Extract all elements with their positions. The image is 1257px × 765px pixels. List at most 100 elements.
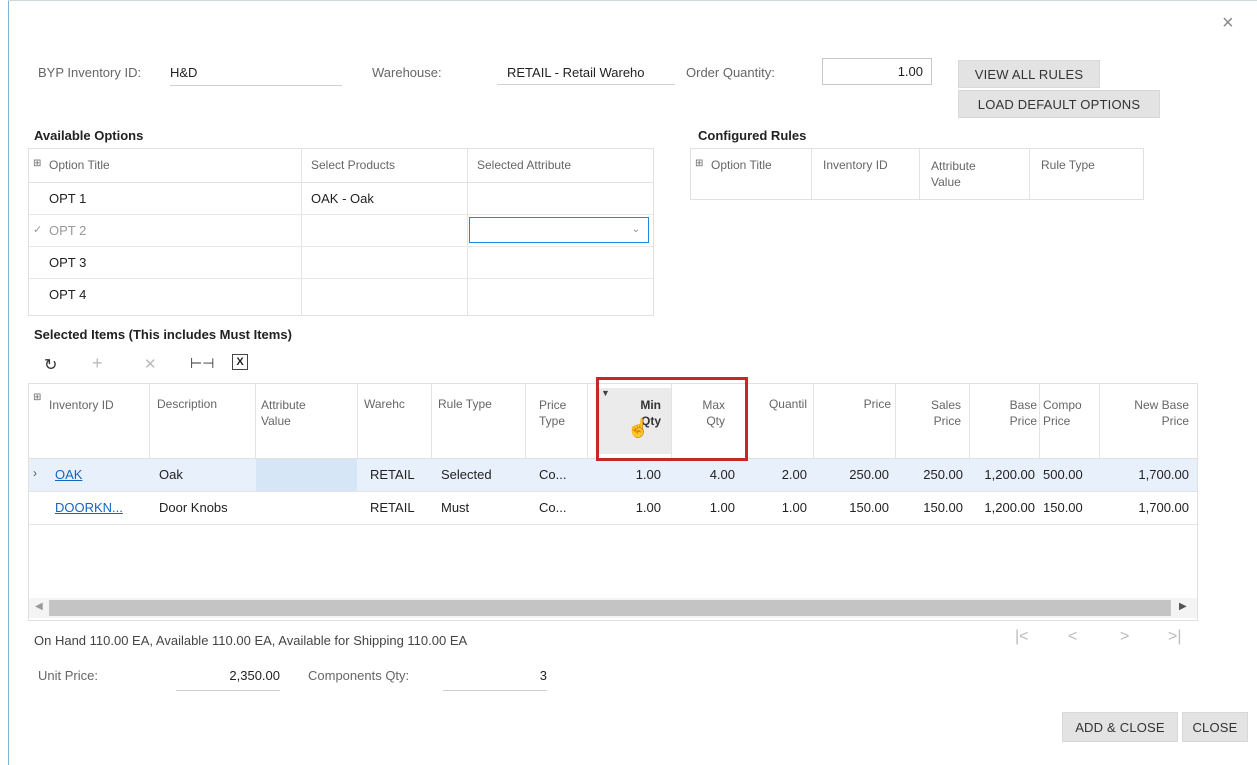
horizontal-scrollbar[interactable]: ◀ ▶: [29, 598, 1197, 618]
sales-price-cell: 150.00: [923, 500, 963, 515]
fit-columns-icon[interactable]: ⊢⊣: [190, 355, 214, 372]
list-item[interactable]: OPT 1 OAK - Oak: [29, 183, 653, 215]
sales-price-cell: 250.00: [923, 467, 963, 482]
col-base-price[interactable]: Base Price: [981, 397, 1037, 429]
col-rule-type[interactable]: Rule Type: [438, 397, 492, 411]
add-row-icon[interactable]: +: [92, 353, 103, 374]
selected-items-title: Selected Items (This includes Must Items…: [34, 327, 292, 342]
load-default-options-button[interactable]: LOAD DEFAULT OPTIONS: [958, 90, 1160, 118]
export-excel-icon[interactable]: X: [232, 354, 248, 370]
next-page-icon[interactable]: >: [1120, 628, 1129, 646]
col-option-title[interactable]: Option Title: [711, 158, 772, 172]
available-options-header: ⊞ Option Title Select Products Selected …: [29, 149, 653, 183]
option-title: OPT 2: [49, 223, 87, 238]
col-selected-attribute[interactable]: Selected Attribute: [477, 158, 571, 172]
base-price-cell: 1,200.00: [984, 500, 1035, 515]
option-title: OPT 3: [49, 255, 87, 270]
inventory-id-link[interactable]: DOORKN...: [55, 500, 123, 515]
delete-row-icon[interactable]: ✕: [144, 355, 157, 373]
prev-page-icon[interactable]: <: [1068, 628, 1077, 646]
col-warehouse[interactable]: Warehc: [364, 397, 405, 411]
grid-settings-icon[interactable]: ⊞: [695, 158, 703, 169]
option-title: OPT 4: [49, 287, 87, 302]
availability-text: On Hand 110.00 EA, Available 110.00 EA, …: [34, 633, 468, 648]
quantity-cell: 1.00: [781, 500, 807, 515]
col-price-type[interactable]: Price Type: [539, 397, 579, 429]
grid-settings-icon[interactable]: ⊞: [33, 158, 41, 169]
configured-rules-title: Configured Rules: [698, 128, 807, 143]
scrollbar-thumb[interactable]: [49, 600, 1171, 616]
col-divider: [587, 384, 588, 458]
close-icon[interactable]: ×: [1222, 12, 1234, 35]
inventory-id-field[interactable]: H&D: [170, 65, 342, 86]
close-button[interactable]: CLOSE: [1182, 712, 1248, 742]
col-divider: [969, 384, 970, 458]
add-close-button[interactable]: ADD & CLOSE: [1062, 712, 1178, 742]
list-item[interactable]: OPT 4: [29, 279, 653, 310]
components-qty-label: Components Qty:: [308, 668, 410, 683]
col-inventory-id[interactable]: Inventory ID: [49, 397, 119, 413]
attribute-value-cell[interactable]: [256, 459, 357, 491]
price-cell: 150.00: [849, 500, 889, 515]
price-type-cell: Co...: [539, 500, 567, 515]
col-divider: [431, 384, 432, 458]
col-divider: [813, 384, 814, 458]
scroll-right-icon[interactable]: ▶: [1179, 601, 1187, 612]
dialog-top-border: [8, 0, 1257, 1]
components-qty-field: 3: [443, 668, 547, 691]
col-compo-price[interactable]: Compo Price: [1043, 397, 1089, 429]
selected-attribute-dropdown[interactable]: ⌄: [469, 217, 649, 243]
compo-price-cell: 150.00: [1043, 500, 1083, 515]
list-item[interactable]: OPT 3: [29, 247, 653, 279]
unit-price-field: 2,350.00: [176, 668, 280, 691]
rule-type-cell: Must: [441, 500, 470, 515]
col-divider: [1099, 384, 1100, 458]
col-divider: [895, 384, 896, 458]
last-page-icon[interactable]: >|: [1168, 628, 1182, 646]
warehouse-field[interactable]: RETAIL - Retail Wareho: [497, 65, 675, 85]
col-description[interactable]: Description: [157, 397, 217, 411]
col-attribute-value[interactable]: Attribute Value: [261, 397, 327, 429]
unit-price-value: 2,350.00: [229, 668, 280, 683]
table-row[interactable]: › OAK Oak RETAIL Selected Co... 1.00 4.0…: [29, 459, 1197, 492]
col-sales-price[interactable]: Sales Price: [909, 397, 961, 429]
first-page-icon[interactable]: |<: [1015, 628, 1029, 646]
col-divider: [811, 149, 812, 199]
scroll-left-icon[interactable]: ◀: [35, 601, 43, 612]
quantity-cell: 2.00: [781, 467, 807, 482]
inventory-id-link[interactable]: OAK: [55, 467, 82, 482]
dialog-left-border: [8, 0, 9, 765]
view-all-rules-button[interactable]: VIEW ALL RULES: [958, 60, 1100, 88]
col-new-base-price[interactable]: New Base Price: [1129, 397, 1189, 429]
row-edit-indicator-icon: ✓: [33, 224, 43, 236]
min-qty-cell: 1.00: [635, 467, 661, 482]
min-qty-cell: 1.00: [635, 500, 661, 515]
col-divider: [1039, 384, 1040, 458]
col-attribute-value[interactable]: Attribute Value: [931, 158, 991, 190]
table-row[interactable]: DOORKN... Door Knobs RETAIL Must Co... 1…: [29, 492, 1197, 525]
col-quantity[interactable]: Quantil: [757, 397, 807, 411]
max-qty-cell: 4.00: [709, 467, 735, 482]
option-product: OAK - Oak: [311, 191, 374, 206]
unit-price-label: Unit Price:: [38, 668, 98, 683]
col-price[interactable]: Price: [831, 397, 891, 411]
order-qty-input[interactable]: 1.00: [822, 58, 932, 85]
col-rule-type[interactable]: Rule Type: [1041, 158, 1095, 172]
col-select-products[interactable]: Select Products: [311, 158, 395, 172]
description-cell: Oak: [159, 467, 183, 482]
configured-rules-grid: ⊞ Option Title Inventory ID Attribute Va…: [690, 148, 1144, 200]
available-options-title: Available Options: [34, 128, 144, 143]
refresh-icon[interactable]: ↻: [44, 355, 57, 375]
grid-settings-icon[interactable]: ⊞: [33, 392, 41, 403]
available-options-grid: ⊞ Option Title Select Products Selected …: [28, 148, 654, 316]
compo-price-cell: 500.00: [1043, 467, 1083, 482]
col-divider: [525, 384, 526, 458]
col-option-title[interactable]: Option Title: [49, 158, 110, 172]
components-qty-value: 3: [539, 668, 547, 683]
list-item[interactable]: ✓ OPT 2 ⌄: [29, 215, 653, 247]
row-current-indicator-icon: ›: [33, 466, 37, 480]
col-inventory-id[interactable]: Inventory ID: [823, 158, 888, 172]
col-divider: [919, 149, 920, 199]
warehouse-cell: RETAIL: [370, 467, 415, 482]
max-qty-cell: 1.00: [709, 500, 735, 515]
